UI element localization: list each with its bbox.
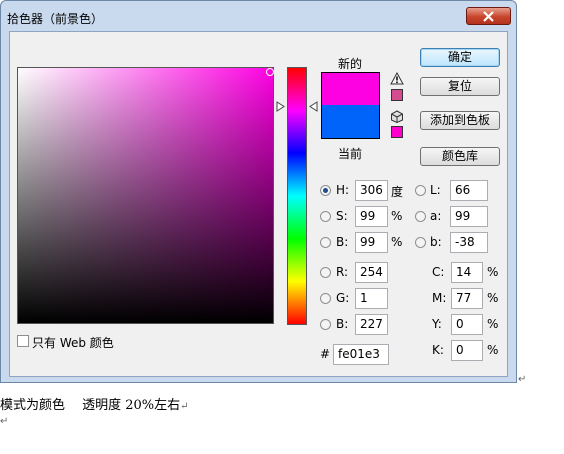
hex-input[interactable]: fe01e3 xyxy=(333,344,389,365)
saturation-radio[interactable] xyxy=(320,211,331,222)
color-field[interactable] xyxy=(17,67,274,324)
out-of-gamut-warning-icon[interactable] xyxy=(390,72,404,85)
magenta-input[interactable]: 77 xyxy=(451,288,483,309)
lab-a-label: a: xyxy=(430,209,442,223)
close-icon xyxy=(483,11,494,22)
lab-b-label: b: xyxy=(430,235,442,249)
black-input[interactable]: 0 xyxy=(451,340,483,361)
lab-l-label: L: xyxy=(430,183,441,197)
new-color-swatch xyxy=(321,72,380,105)
lab-a-radio[interactable] xyxy=(415,211,426,222)
window-title: 拾色器（前景色） xyxy=(7,12,104,26)
lab-l-radio[interactable] xyxy=(415,185,426,196)
yellow-unit: % xyxy=(487,317,499,331)
green-radio[interactable] xyxy=(320,293,331,304)
green-label: G: xyxy=(336,291,350,305)
hue-unit: 度 xyxy=(391,185,404,199)
web-safe-swatch[interactable] xyxy=(391,126,403,138)
red-input[interactable]: 254 xyxy=(355,262,388,283)
saturation-label: S: xyxy=(336,209,348,223)
magenta-label: M: xyxy=(432,291,447,305)
color-libraries-button[interactable]: 颜色库 xyxy=(420,147,500,166)
hue-slider[interactable] xyxy=(287,67,307,325)
close-button[interactable] xyxy=(466,7,511,25)
hue-input[interactable]: 306 xyxy=(355,180,388,201)
green-input[interactable]: 1 xyxy=(355,288,388,309)
lab-l-input[interactable]: 66 xyxy=(450,180,488,201)
paragraph-mark: ↵ xyxy=(518,374,527,385)
hue-radio[interactable] xyxy=(320,185,331,196)
current-color-swatch[interactable] xyxy=(321,105,380,139)
blue-label: B: xyxy=(336,317,349,331)
hue-label: H: xyxy=(336,183,350,197)
web-colors-only-checkbox[interactable] xyxy=(17,335,29,347)
new-color-label: 新的 xyxy=(338,57,363,71)
hue-slider-right-arrow-icon[interactable] xyxy=(308,101,318,112)
cyan-unit: % xyxy=(487,265,499,279)
color-field-marker[interactable] xyxy=(266,68,274,76)
web-safe-cube-icon[interactable] xyxy=(390,110,404,123)
black-label: K: xyxy=(432,343,444,357)
magenta-unit: % xyxy=(487,291,499,305)
hex-label: # xyxy=(320,347,331,361)
saturation-input[interactable]: 99 xyxy=(355,206,388,227)
red-radio[interactable] xyxy=(320,267,331,278)
lab-a-input[interactable]: 99 xyxy=(450,206,488,227)
empty-paragraph-mark: ↵ xyxy=(0,416,9,427)
cyan-label: C: xyxy=(432,265,445,279)
blue-input[interactable]: 227 xyxy=(355,314,388,335)
gamut-correction-swatch[interactable] xyxy=(391,89,403,101)
web-colors-only-label[interactable]: 只有 Web 颜色 xyxy=(32,334,114,351)
brightness-input[interactable]: 99 xyxy=(355,232,388,253)
ok-button[interactable]: 确定 xyxy=(420,48,500,67)
lab-b-input[interactable]: -38 xyxy=(450,232,488,253)
brightness-label: B: xyxy=(336,235,349,249)
blue-radio[interactable] xyxy=(320,319,331,330)
red-label: R: xyxy=(336,265,349,279)
brightness-radio[interactable] xyxy=(320,237,331,248)
cyan-input[interactable]: 14 xyxy=(451,262,483,283)
yellow-label: Y: xyxy=(432,317,442,331)
reset-button[interactable]: 复位 xyxy=(420,77,500,96)
brightness-unit: % xyxy=(391,235,403,249)
caption-line: 模式为颜色 透明度 20%左右 xyxy=(0,398,181,413)
hue-slider-left-arrow-icon[interactable] xyxy=(276,101,286,112)
saturation-unit: % xyxy=(391,209,403,223)
black-unit: % xyxy=(487,343,499,357)
add-to-swatches-button[interactable]: 添加到色板 xyxy=(420,111,500,130)
yellow-input[interactable]: 0 xyxy=(451,314,483,335)
lab-b-radio[interactable] xyxy=(415,237,426,248)
caption-text: 模式为颜色 透明度 20%左右↵ xyxy=(0,398,189,413)
title-bar[interactable]: 拾色器（前景色） xyxy=(1,1,516,31)
current-color-label: 当前 xyxy=(338,147,363,161)
